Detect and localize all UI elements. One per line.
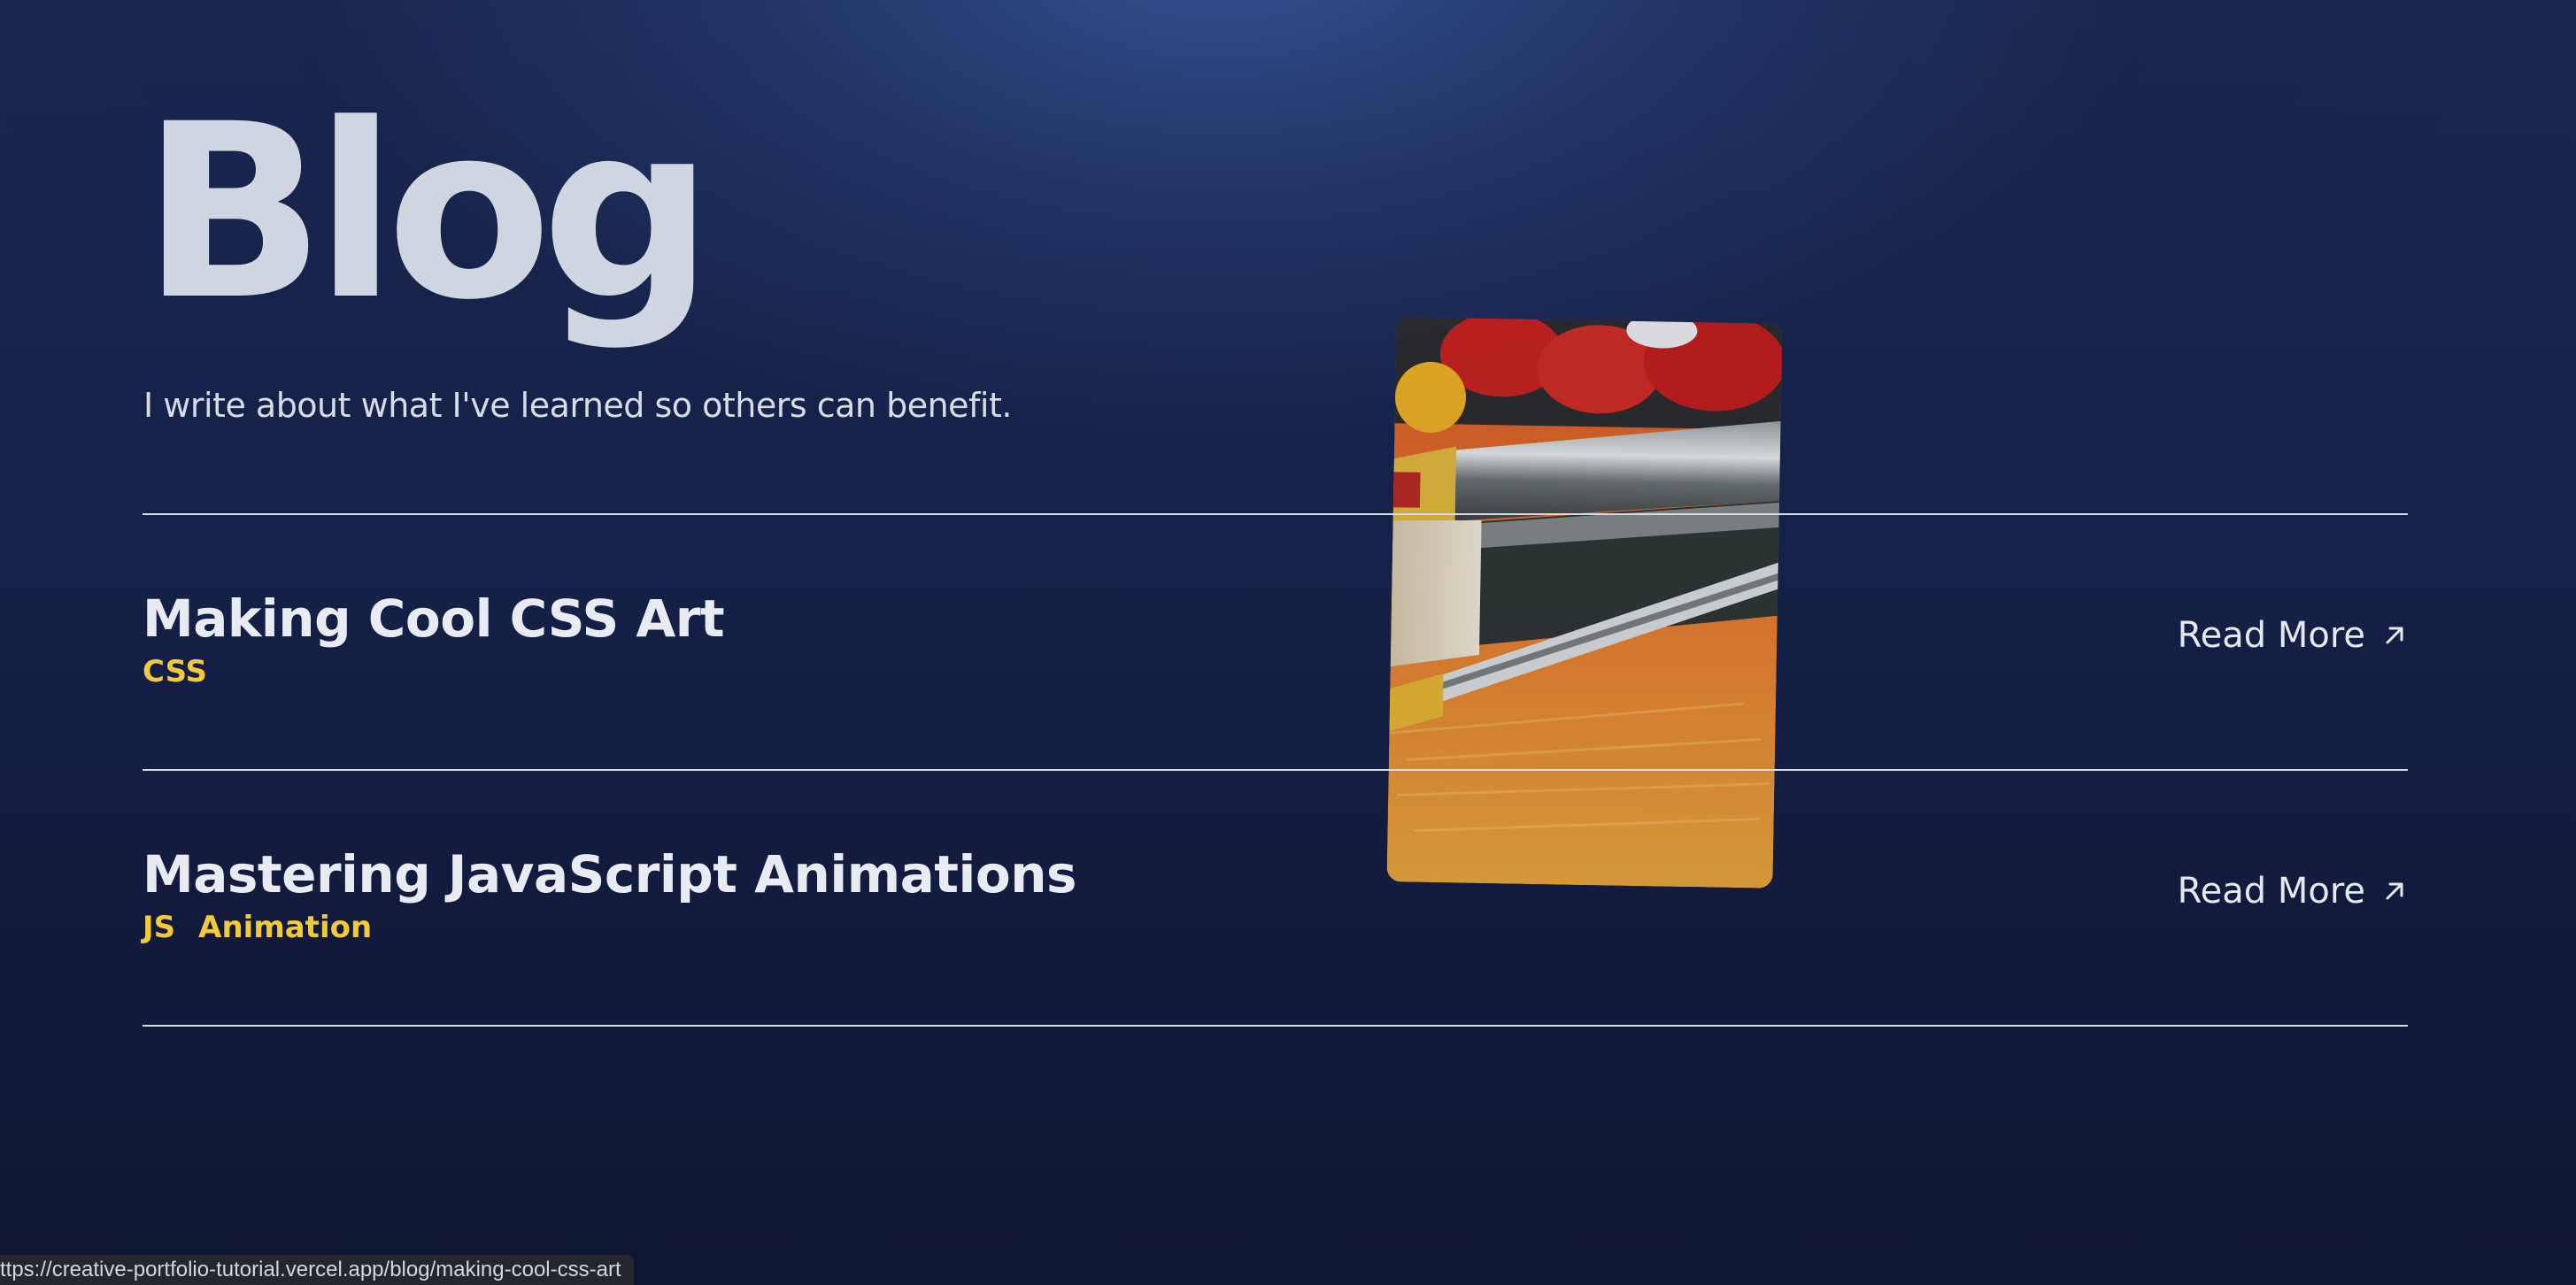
post-title[interactable]: Mastering JavaScript Animations (143, 844, 1077, 904)
read-more-link[interactable]: Read More (2178, 615, 2408, 656)
read-more-label: Read More (2177, 871, 2365, 912)
post-tag: CSS (143, 654, 208, 689)
page-subtitle: I write about what I've learned so other… (143, 386, 1012, 425)
read-more-link[interactable]: Read More (2178, 871, 2408, 912)
read-more-label: Read More (2177, 615, 2365, 656)
post-tags: CSS (143, 654, 207, 689)
post-item[interactable]: Making Cool CSS Art CSS Read More (143, 514, 2408, 769)
post-title[interactable]: Making Cool CSS Art (143, 589, 725, 649)
post-tags: JS Animation (143, 910, 372, 945)
post-tag: JS (143, 910, 176, 945)
post-item[interactable]: Mastering JavaScript Animations JS Anima… (143, 770, 2408, 1025)
post-tag: Animation (198, 910, 373, 945)
arrow-up-right-icon (2386, 627, 2403, 644)
divider (143, 1025, 2408, 1027)
arrow-up-right-icon (2386, 882, 2403, 900)
blog-page: Blog I write about what I've learned so … (0, 0, 2576, 1285)
link-status-bar: ttps://creative-portfolio-tutorial.verce… (0, 1255, 634, 1285)
page-title: Blog (142, 73, 713, 353)
